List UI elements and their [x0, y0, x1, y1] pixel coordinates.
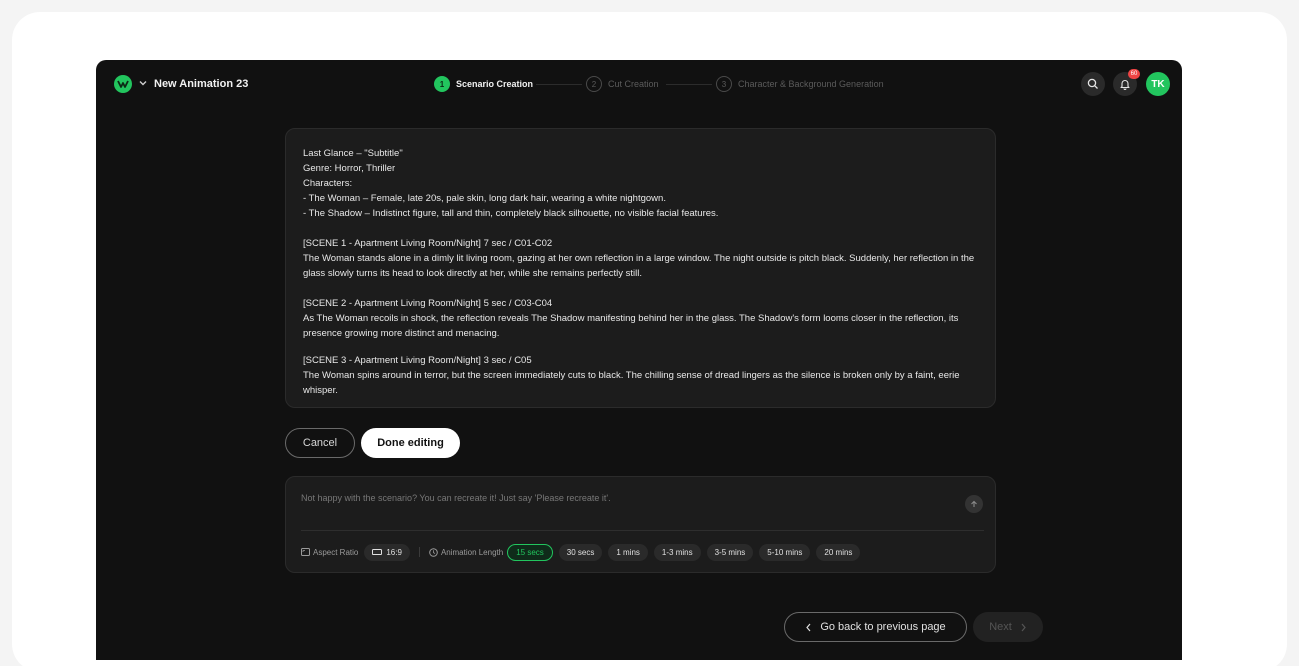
- go-back-button[interactable]: Go back to previous page: [784, 612, 967, 642]
- app-window: New Animation 23 1 Scenario Creation 2 C…: [96, 60, 1182, 660]
- notifications-button[interactable]: 60: [1113, 69, 1140, 96]
- aspect-ratio-icon: [301, 548, 310, 556]
- scene-description: The Woman spins around in terror, but th…: [303, 370, 960, 396]
- scenario-genre: Genre: Horror, Thriller: [303, 163, 396, 174]
- search-button[interactable]: [1081, 72, 1105, 96]
- done-editing-button[interactable]: Done editing: [361, 428, 460, 458]
- prompt-input[interactable]: Not happy with the scenario? You can rec…: [301, 493, 611, 503]
- step-connector: [666, 84, 712, 85]
- chevron-right-icon: [1021, 623, 1026, 631]
- length-option-5-10-mins[interactable]: 5-10 mins: [759, 543, 811, 561]
- search-icon: [1087, 78, 1098, 89]
- separator: [418, 547, 420, 557]
- animation-length-label: Animation Length: [429, 548, 503, 557]
- step-label: Scenario Creation: [456, 79, 534, 89]
- generation-options: Aspect Ratio 16:9 Animation Length 15 se…: [301, 543, 861, 561]
- app-logo-icon[interactable]: [113, 74, 133, 94]
- animation-length-text: Animation Length: [440, 547, 504, 557]
- length-option-1-mins[interactable]: 1 mins: [608, 543, 648, 561]
- step-label: Character & Background Generation: [738, 79, 884, 89]
- top-bar: New Animation 23 1 Scenario Creation 2 C…: [96, 60, 1182, 108]
- aspect-ratio-text: Aspect Ratio: [313, 547, 359, 557]
- scene-description: The Woman stands alone in a dimly lit li…: [303, 253, 975, 279]
- cancel-button[interactable]: Cancel: [285, 428, 355, 458]
- length-option-20-mins[interactable]: 20 mins: [816, 543, 861, 561]
- scene-heading: [SCENE 1 - Apartment Living Room/Night] …: [303, 238, 553, 249]
- length-option-1-3-mins[interactable]: 1-3 mins: [653, 543, 701, 561]
- bell-icon: [1120, 80, 1130, 90]
- scenario-title: Last Glance – "Subtitle": [303, 148, 403, 159]
- rectangle-icon: [372, 549, 383, 555]
- step-character-background-generation[interactable]: 3 Character & Background Generation: [716, 76, 884, 92]
- length-option-30-secs[interactable]: 30 secs: [558, 543, 603, 561]
- aspect-ratio-value: 16:9: [386, 547, 402, 557]
- length-option-3-5-mins[interactable]: 3-5 mins: [706, 543, 754, 561]
- chevron-left-icon: [806, 623, 811, 631]
- step-scenario-creation[interactable]: 1 Scenario Creation: [434, 76, 533, 92]
- step-number: 2: [586, 76, 602, 92]
- notification-badge: 60: [1128, 69, 1140, 79]
- avatar[interactable]: TK: [1146, 72, 1170, 96]
- divider: [301, 530, 984, 531]
- aspect-ratio-select[interactable]: 16:9: [364, 543, 410, 561]
- project-title[interactable]: New Animation 23: [154, 78, 248, 90]
- clock-icon: [429, 547, 438, 557]
- step-cut-creation[interactable]: 2 Cut Creation: [586, 76, 659, 92]
- send-button[interactable]: [965, 495, 983, 513]
- step-number: 3: [716, 76, 732, 92]
- arrow-up-icon: [971, 500, 977, 507]
- character-item: - The Shadow – Indistinct figure, tall a…: [303, 208, 719, 219]
- length-option-15-secs[interactable]: 15 secs: [507, 543, 553, 561]
- go-back-label: Go back to previous page: [820, 621, 946, 633]
- recreate-prompt-box: Not happy with the scenario? You can rec…: [285, 476, 996, 573]
- next-button[interactable]: Next: [973, 612, 1043, 642]
- scene-heading: [SCENE 3 - Apartment Living Room/Night] …: [303, 355, 532, 366]
- scene-description: As The Woman recoils in shock, the refle…: [303, 313, 959, 339]
- aspect-ratio-label: Aspect Ratio: [301, 548, 358, 557]
- scene-heading: [SCENE 2 - Apartment Living Room/Night] …: [303, 298, 553, 309]
- step-connector: [536, 84, 582, 85]
- step-label: Cut Creation: [608, 79, 659, 89]
- characters-heading: Characters:: [303, 178, 353, 189]
- chevron-down-icon[interactable]: [138, 78, 148, 88]
- scenario-editor[interactable]: Last Glance – "Subtitle" Genre: Horror, …: [285, 128, 996, 408]
- character-item: - The Woman – Female, late 20s, pale ski…: [303, 193, 666, 204]
- next-label: Next: [989, 621, 1012, 633]
- step-number: 1: [434, 76, 450, 92]
